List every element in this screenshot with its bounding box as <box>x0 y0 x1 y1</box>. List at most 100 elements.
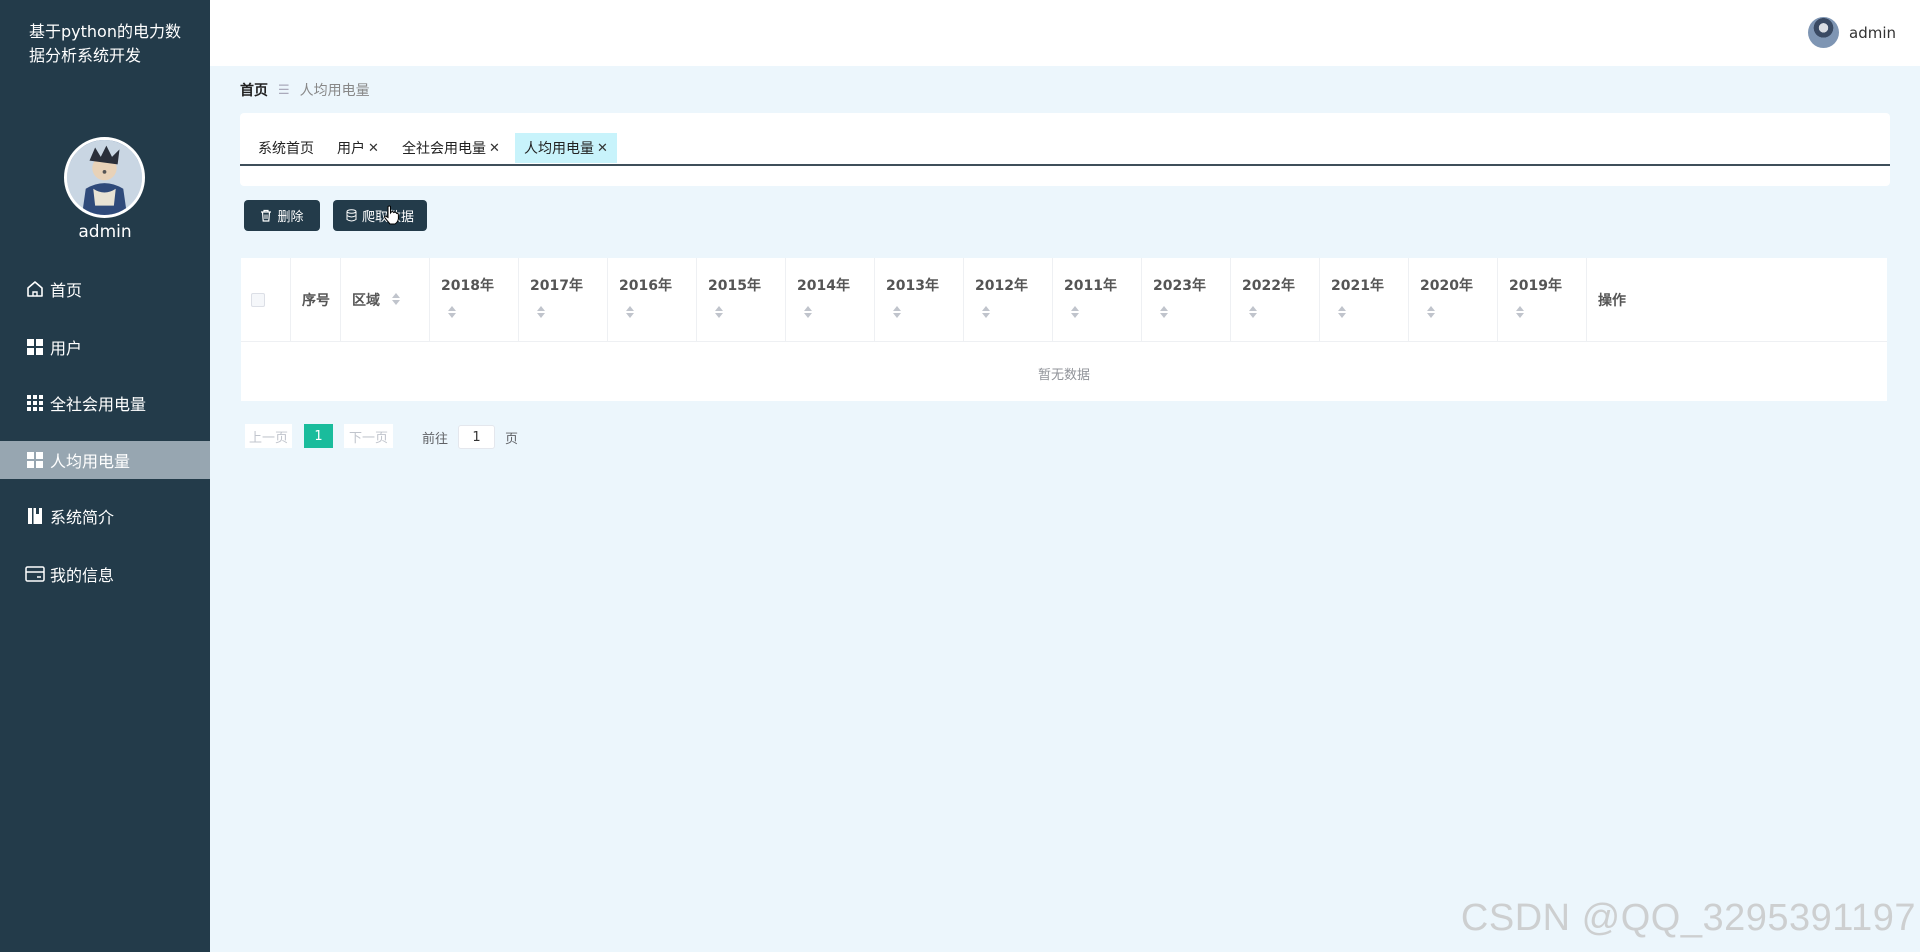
column-header: 操作 <box>1587 258 1887 342</box>
table-empty-text: 暂无数据 <box>1037 368 1090 383</box>
sidebar-item-total-consumption[interactable]: 全社会用电量 <box>0 384 210 422</box>
column-header-sortable[interactable]: 2011年 <box>1053 258 1142 342</box>
sort-icon[interactable] <box>1338 306 1346 318</box>
sort-icon[interactable] <box>893 306 901 318</box>
delete-button-label: 删除 <box>277 210 304 225</box>
tag-per-capita[interactable]: 人均用电量 ✕ <box>515 133 617 163</box>
apps-icon <box>24 392 46 414</box>
watermark: CSDN @QQ_3295391197 <box>1460 897 1916 939</box>
column-header-label: 2013年 <box>886 278 939 294</box>
sort-icon[interactable] <box>448 306 456 318</box>
app-title: 基于python的电力数据分析系统开发 <box>29 22 181 65</box>
column-header-label: 操作 <box>1598 293 1626 309</box>
sort-icon[interactable] <box>1160 306 1168 318</box>
column-header-label: 2023年 <box>1153 278 1206 294</box>
goto-page-input[interactable] <box>458 425 495 449</box>
tag-home[interactable]: 系统首页 <box>249 133 323 163</box>
avatar[interactable] <box>1808 17 1839 48</box>
column-header-label: 2020年 <box>1420 278 1473 294</box>
column-header-label: 2012年 <box>975 278 1028 294</box>
breadcrumb-home[interactable]: 首页 <box>240 80 268 100</box>
column-header-label: 2017年 <box>530 278 583 294</box>
sidebar-item-users[interactable]: 用户 <box>0 328 210 366</box>
sidebar-item-label: 首页 <box>50 281 83 300</box>
breadcrumb-separator: ☰ <box>278 82 290 98</box>
sidebar-item-label: 用户 <box>50 339 83 358</box>
page-number-current[interactable]: 1 <box>304 424 333 448</box>
sidebar-item-label: 人均用电量 <box>50 452 131 471</box>
column-header-sortable[interactable]: 2016年 <box>608 258 697 342</box>
select-all-checkbox[interactable] <box>251 293 265 307</box>
tag-label: 全社会用电量 <box>402 141 486 157</box>
crawl-data-button[interactable]: 爬取数据 <box>333 200 427 231</box>
column-header-label: 序号 <box>302 293 330 309</box>
column-header-sortable[interactable]: 2023年 <box>1142 258 1231 342</box>
hand-cursor-icon <box>384 205 399 225</box>
tags-divider <box>240 164 1890 166</box>
sort-icon[interactable] <box>982 306 990 318</box>
tag-total-consumption[interactable]: 全社会用电量 ✕ <box>393 133 509 163</box>
column-header-label: 2011年 <box>1064 278 1117 294</box>
column-header-label: 2016年 <box>619 278 672 294</box>
column-header-sortable[interactable]: 2022年 <box>1231 258 1320 342</box>
sort-icon[interactable] <box>804 306 812 318</box>
column-header-label: 2018年 <box>441 278 494 294</box>
breadcrumb: 首页 ☰ 人均用电量 <box>240 80 370 100</box>
column-header-label: 2014年 <box>797 278 850 294</box>
column-header-sortable[interactable]: 2017年 <box>519 258 608 342</box>
column-header-sortable[interactable]: 2021年 <box>1320 258 1409 342</box>
close-icon[interactable]: ✕ <box>597 141 608 156</box>
goto-label-suffix: 页 <box>505 432 519 447</box>
card-icon <box>24 563 46 585</box>
column-header-sortable[interactable]: 2012年 <box>964 258 1053 342</box>
tags-bar: 系统首页 用户 ✕ 全社会用电量 ✕ 人均用电量 ✕ <box>240 113 1890 186</box>
prev-page-button[interactable]: 上一页 <box>245 424 292 448</box>
header-username: admin <box>1849 23 1896 42</box>
column-header-sortable[interactable]: 2019年 <box>1498 258 1587 342</box>
close-icon[interactable]: ✕ <box>489 141 500 156</box>
sidebar-item-label: 全社会用电量 <box>50 395 147 414</box>
column-header-sortable[interactable]: 区域 <box>341 258 430 342</box>
grid-icon <box>24 336 46 358</box>
column-header-label: 2019年 <box>1509 278 1562 294</box>
breadcrumb-current: 人均用电量 <box>299 83 370 99</box>
column-header: 序号 <box>291 258 341 342</box>
sidebar-avatar <box>64 137 145 218</box>
column-header-label: 2021年 <box>1331 278 1384 294</box>
column-header-sortable[interactable]: 2018年 <box>430 258 519 342</box>
column-header-sortable[interactable]: 2013年 <box>875 258 964 342</box>
sort-icon[interactable] <box>1249 306 1257 318</box>
sort-icon[interactable] <box>1071 306 1079 318</box>
sidebar-item-per-capita[interactable]: 人均用电量 <box>0 441 210 479</box>
sidebar-item-home[interactable]: 首页 <box>0 270 210 308</box>
sort-icon[interactable] <box>715 306 723 318</box>
sort-icon[interactable] <box>1516 306 1524 318</box>
table-header: 序号 区域 2018年 2017年 2016年 2015年 2014年 2013… <box>241 258 1887 342</box>
sort-icon[interactable] <box>537 306 545 318</box>
sidebar: 基于python的电力数据分析系统开发 admin 首页 用户 全社会用电量 人… <box>0 0 210 952</box>
next-page-button[interactable]: 下一页 <box>344 424 393 448</box>
sort-icon[interactable] <box>1427 306 1435 318</box>
tag-users[interactable]: 用户 ✕ <box>328 133 388 163</box>
goto-label-prefix: 前往 <box>422 432 449 447</box>
home-icon <box>24 278 46 300</box>
select-all-header <box>241 258 291 342</box>
column-header-label: 2015年 <box>708 278 761 294</box>
close-icon[interactable]: ✕ <box>368 141 379 156</box>
header-user-menu[interactable]: admin <box>1808 17 1896 48</box>
trash-icon <box>261 209 272 222</box>
grid-icon <box>24 449 46 471</box>
top-header: admin <box>210 0 1920 66</box>
column-header-sortable[interactable]: 2014年 <box>786 258 875 342</box>
sidebar-item-my-info[interactable]: 我的信息 <box>0 555 210 593</box>
sidebar-item-label: 我的信息 <box>50 566 115 585</box>
delete-button[interactable]: 删除 <box>244 200 320 231</box>
column-header-label: 2022年 <box>1242 278 1295 294</box>
sort-icon[interactable] <box>626 306 634 318</box>
column-header-sortable[interactable]: 2015年 <box>697 258 786 342</box>
column-header-sortable[interactable]: 2020年 <box>1409 258 1498 342</box>
sidebar-item-about[interactable]: 系统简介 <box>0 497 210 535</box>
column-header-label: 区域 <box>352 293 380 309</box>
data-table: 序号 区域 2018年 2017年 2016年 2015年 2014年 2013… <box>241 258 1887 401</box>
sort-icon[interactable] <box>392 293 400 305</box>
